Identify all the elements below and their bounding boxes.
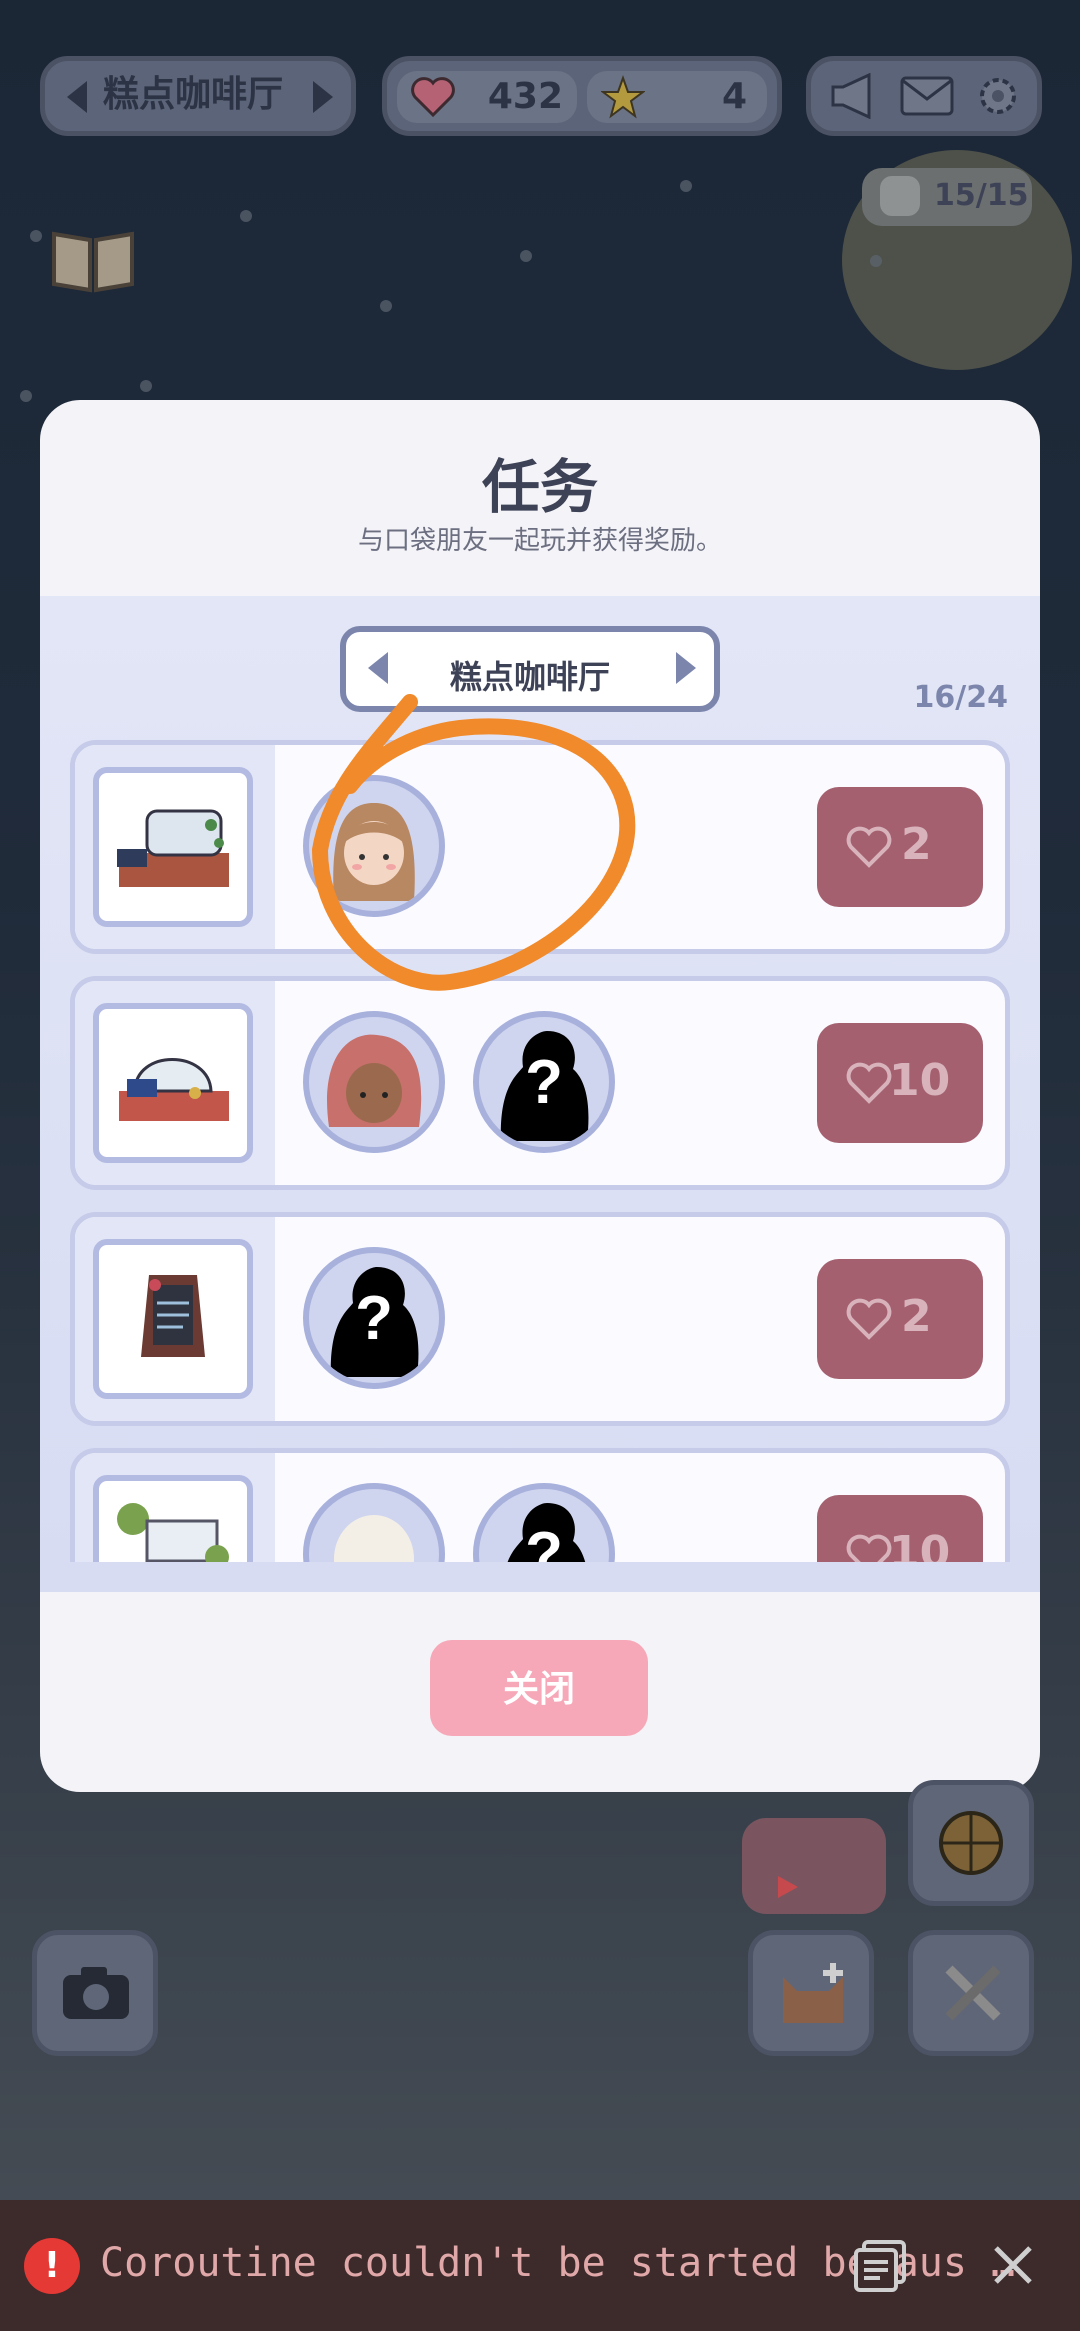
megaphone-icon[interactable] [829,73,881,119]
location-selector[interactable]: 糕点咖啡厅 [40,56,356,136]
park-bench-icon [93,1475,253,1562]
reward-button[interactable]: 10 [817,1023,983,1143]
error-icon: ! [24,2238,80,2294]
globe-icon [939,1811,1003,1875]
friend-avatar [303,1011,445,1153]
unknown-friend-icon: ? [473,1011,615,1153]
add-pet-button[interactable] [748,1930,874,2056]
heart-icon [411,77,455,117]
svg-text:?: ? [525,1520,563,1562]
close-icon[interactable] [990,2242,1036,2288]
play-icon [778,1876,798,1898]
reward-value: 10 [889,1055,951,1106]
modal-title: 任务 [481,453,598,521]
reward-value: 2 [901,819,932,870]
build-tools-button[interactable] [908,1930,1034,2056]
capacity-badge: 15/15 [862,168,1032,226]
video-ad-button[interactable] [742,1818,886,1914]
annotation-circle [311,694,636,991]
mail-icon[interactable] [899,75,955,117]
chevron-right-icon[interactable] [313,81,333,113]
stars-value: 4 [721,76,747,117]
tasks-modal: 任务 与口袋朋友一起玩并获得奖励。 糕点咖啡厅 16/24 2 ? 10 ? 2… [40,400,1040,1792]
svg-text:?: ? [525,1048,563,1117]
globe-button[interactable] [908,1780,1034,1906]
chalkboard-menu-icon [93,1239,253,1399]
modal-subtitle: 与口袋朋友一起玩并获得奖励。 [357,526,722,556]
capacity-value: 15/15 [934,178,1029,213]
friend-avatar [303,1483,445,1562]
task-row[interactable]: ? 10 [70,1448,1010,1562]
reward-button[interactable]: 2 [817,787,983,907]
unknown-friend-icon: ? [303,1247,445,1389]
task-progress: 16/24 [913,680,1008,715]
error-notification: ! Coroutine couldn't be started becaus … [0,2200,1080,2331]
chevron-right-icon[interactable] [676,652,696,684]
cat-face-icon [880,176,920,216]
reward-value: 2 [901,1291,932,1342]
hud-menu [806,56,1042,136]
chevron-left-icon[interactable] [67,81,87,113]
camera-icon [63,1967,129,2019]
hammer-shovel-icon [945,1965,1001,2021]
stars-counter: 4 [587,71,767,123]
hearts-value: 432 [487,76,563,117]
location-label: 糕点咖啡厅 [103,74,284,115]
svg-text:?: ? [355,1284,393,1353]
heart-outline-icon [846,826,892,868]
display-cake-counter-icon [93,767,253,927]
heart-outline-icon [846,1298,892,1340]
book-icon[interactable] [48,226,138,296]
bakery-counter-icon [93,1003,253,1163]
task-row[interactable]: ? 2 [70,1212,1010,1426]
currency-panel: 432 4 [382,56,782,136]
reward-button[interactable]: 10 [817,1495,983,1562]
hearts-counter: 432 [397,71,577,123]
star-icon [601,75,645,119]
reward-button[interactable]: 2 [817,1259,983,1379]
settings-gear-icon[interactable] [973,71,1023,121]
heart-outline-icon [846,1534,892,1562]
reward-value: 10 [889,1527,951,1562]
camera-button[interactable] [32,1930,158,2056]
heart-outline-icon [846,1062,892,1104]
log-list-icon[interactable] [852,2238,908,2294]
unknown-friend-icon: ? [473,1483,615,1562]
cat-add-icon [783,1963,843,2023]
close-button[interactable]: 关闭 [430,1640,648,1736]
